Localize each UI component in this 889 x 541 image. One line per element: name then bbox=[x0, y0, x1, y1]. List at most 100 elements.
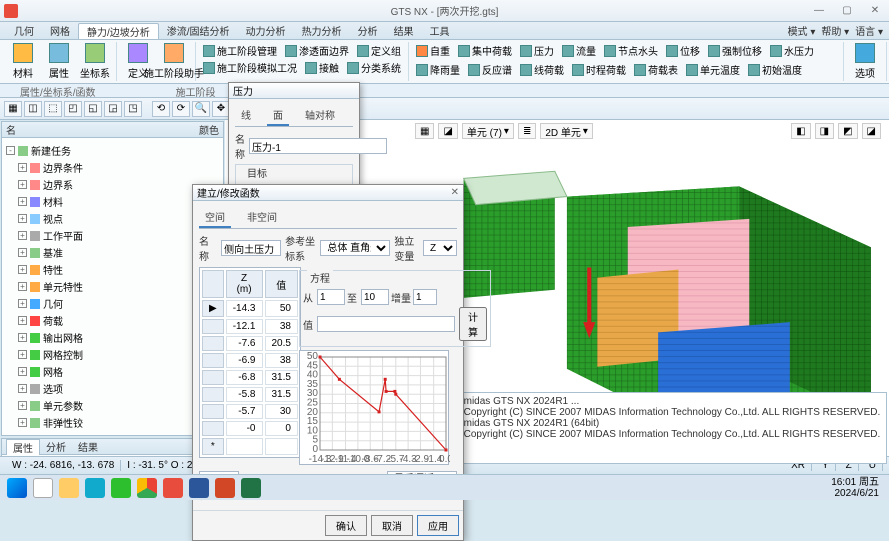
coord-select[interactable]: 总体 直角坐标系 bbox=[320, 240, 390, 256]
rib-disp[interactable]: 位移 bbox=[663, 42, 703, 59]
tb-btn[interactable]: ⟲ bbox=[152, 101, 170, 117]
maximize-button[interactable]: ▢ bbox=[837, 5, 857, 16]
rib-loadtable[interactable]: 荷载表 bbox=[631, 61, 681, 78]
rib-coord[interactable]: 坐标系 bbox=[78, 42, 112, 81]
menu-results[interactable]: 结果 bbox=[386, 23, 422, 38]
wechat-icon[interactable] bbox=[111, 478, 131, 498]
rib-head[interactable]: 节点水头 bbox=[601, 42, 661, 59]
close-button[interactable]: ✕ bbox=[865, 5, 885, 16]
menu-tools[interactable]: 工具 bbox=[422, 23, 458, 38]
rib-material[interactable]: 材料 bbox=[6, 42, 40, 81]
func-name-input[interactable] bbox=[221, 240, 281, 256]
viewport-toolbar: ▦ ◪ 单元 (7) ▾ ≣ 2D 单元 ▾ ◧ ◨ ◩ ◪ bbox=[415, 122, 881, 140]
menu-mesh[interactable]: 网格 bbox=[42, 23, 78, 38]
to-input[interactable] bbox=[361, 289, 389, 305]
rib-classify[interactable]: 分类系统 bbox=[344, 59, 404, 76]
search-icon[interactable] bbox=[33, 478, 53, 498]
rib-temp[interactable]: 单元温度 bbox=[683, 61, 743, 78]
model-tree[interactable]: -新建任务 +边界条件 +边界系 +材料 +视点 +工作平面 +基准 +特性 +… bbox=[2, 138, 223, 435]
edge-icon[interactable] bbox=[85, 478, 105, 498]
apply-button[interactable]: 应用 bbox=[417, 515, 459, 536]
tb-btn[interactable]: ◫ bbox=[24, 101, 42, 117]
rib-forcedisp[interactable]: 强制位移 bbox=[705, 42, 765, 59]
info-tabs[interactable]: 属性 分析 结果 bbox=[2, 439, 223, 455]
rib-contact[interactable]: 接触 bbox=[302, 59, 342, 76]
rib-property[interactable]: 属性 bbox=[42, 42, 76, 81]
menu-static-slope[interactable]: 静力/边坡分析 bbox=[78, 23, 159, 39]
tb-btn[interactable]: ⟳ bbox=[172, 101, 190, 117]
tab-nonspatial[interactable]: 非空间 bbox=[241, 207, 283, 228]
windows-taskbar[interactable]: 16:01 周五2024/6/21 bbox=[0, 474, 889, 500]
minimize-button[interactable]: — bbox=[809, 5, 829, 16]
rib-inittemp[interactable]: 初始温度 bbox=[745, 61, 805, 78]
tab-axisym[interactable]: 轴对称 bbox=[299, 105, 341, 126]
word-icon[interactable] bbox=[189, 478, 209, 498]
menu-geometry[interactable]: 几何 bbox=[6, 23, 42, 38]
tb-btn[interactable]: 🔍 bbox=[192, 101, 210, 117]
close-icon[interactable]: ✕ bbox=[451, 187, 459, 198]
system-clock[interactable]: 16:01 周五2024/6/21 bbox=[831, 477, 885, 499]
rib-waterpress[interactable]: 水压力 bbox=[767, 42, 817, 59]
rib-pressure[interactable]: 压力 bbox=[517, 42, 557, 59]
xy-table[interactable]: Z (m)值 ▶-14.350 -12.138 -7.620.5 -6.938 … bbox=[199, 267, 301, 458]
tb-btn[interactable]: ◲ bbox=[104, 101, 122, 117]
menu-thermal[interactable]: 热力分析 bbox=[294, 23, 350, 38]
vb-view-icon[interactable]: ◨ bbox=[815, 123, 834, 139]
tree-item: 几何 bbox=[43, 296, 63, 311]
rib-selfweight[interactable]: 自重 bbox=[413, 42, 453, 59]
name-input[interactable] bbox=[249, 138, 387, 154]
vb-view-icon[interactable]: ◧ bbox=[791, 123, 810, 139]
tb-btn[interactable]: ◳ bbox=[124, 101, 142, 117]
window-title: GTS NX - [两次开挖.gts] bbox=[391, 3, 499, 18]
vb-face-icon[interactable]: ◪ bbox=[438, 123, 457, 139]
chrome-icon[interactable] bbox=[137, 478, 157, 498]
vb-layers-icon[interactable]: ≣ bbox=[518, 123, 536, 139]
rib-spectrum[interactable]: 反应谱 bbox=[465, 61, 515, 78]
from-input[interactable] bbox=[317, 289, 345, 305]
calc-button[interactable]: 计算 bbox=[459, 307, 487, 341]
rib-lineload[interactable]: 线荷载 bbox=[517, 61, 567, 78]
value-input[interactable] bbox=[317, 316, 455, 332]
help-menu[interactable]: 帮助 ▾ bbox=[821, 23, 849, 38]
rib-stage-helper[interactable]: 施工阶段助手 bbox=[157, 42, 191, 81]
menu-seepage-consol[interactable]: 渗流/固结分析 bbox=[159, 23, 238, 38]
dlg-title: 建立/修改函数 bbox=[197, 185, 260, 200]
tree-item: 单元特性 bbox=[43, 279, 83, 294]
menu-dynamic[interactable]: 动力分析 bbox=[238, 23, 294, 38]
vb-select-elements[interactable]: 单元 (7) ▾ bbox=[462, 123, 514, 139]
rib-seep-bound[interactable]: 渗透面边界 bbox=[282, 42, 352, 59]
tb-btn[interactable]: ⬚ bbox=[44, 101, 62, 117]
lang-menu[interactable]: 语言 ▾ bbox=[855, 23, 883, 38]
rib-define-group[interactable]: 定义组 bbox=[354, 42, 404, 59]
mode-menu[interactable]: 模式 ▾ bbox=[788, 23, 816, 38]
start-icon[interactable] bbox=[7, 478, 27, 498]
vb-view-icon[interactable]: ◩ bbox=[838, 123, 857, 139]
cancel-button[interactable]: 取消 bbox=[371, 515, 413, 536]
rib-rain[interactable]: 降雨量 bbox=[413, 61, 463, 78]
inc-input[interactable] bbox=[413, 289, 437, 305]
excel-icon[interactable] bbox=[241, 478, 261, 498]
tb-btn[interactable]: ▦ bbox=[4, 101, 22, 117]
explorer-icon[interactable] bbox=[59, 478, 79, 498]
rib-options[interactable]: 选项 bbox=[848, 42, 882, 81]
ppt-icon[interactable] bbox=[215, 478, 235, 498]
output-window[interactable]: > midas GTS NX 2024R1 ... > Copyright (C… bbox=[451, 392, 887, 464]
tree-item: 边界系 bbox=[43, 177, 73, 192]
vb-view-icon[interactable]: ◪ bbox=[862, 123, 881, 139]
menu-analysis[interactable]: 分析 bbox=[350, 23, 386, 38]
vb-2d-elements[interactable]: 2D 单元 ▾ bbox=[540, 123, 593, 139]
tab-face[interactable]: 面 bbox=[267, 105, 289, 126]
tab-spatial[interactable]: 空间 bbox=[199, 207, 231, 228]
tb-btn[interactable]: ◱ bbox=[84, 101, 102, 117]
indep-select[interactable]: Z bbox=[423, 240, 457, 256]
vb-cube-icon[interactable]: ▦ bbox=[415, 123, 434, 139]
rib-stage-manage[interactable]: 施工阶段管理 bbox=[200, 42, 280, 59]
rib-flow[interactable]: 流量 bbox=[559, 42, 599, 59]
tab-line[interactable]: 线 bbox=[235, 105, 257, 126]
ok-button[interactable]: 确认 bbox=[325, 515, 367, 536]
rib-timeload[interactable]: 时程荷载 bbox=[569, 61, 629, 78]
tb-btn[interactable]: ◰ bbox=[64, 101, 82, 117]
app-icon[interactable] bbox=[163, 478, 183, 498]
rib-stage-sim[interactable]: 施工阶段模拟工况 bbox=[200, 59, 300, 76]
rib-concentrated[interactable]: 集中荷载 bbox=[455, 42, 515, 59]
